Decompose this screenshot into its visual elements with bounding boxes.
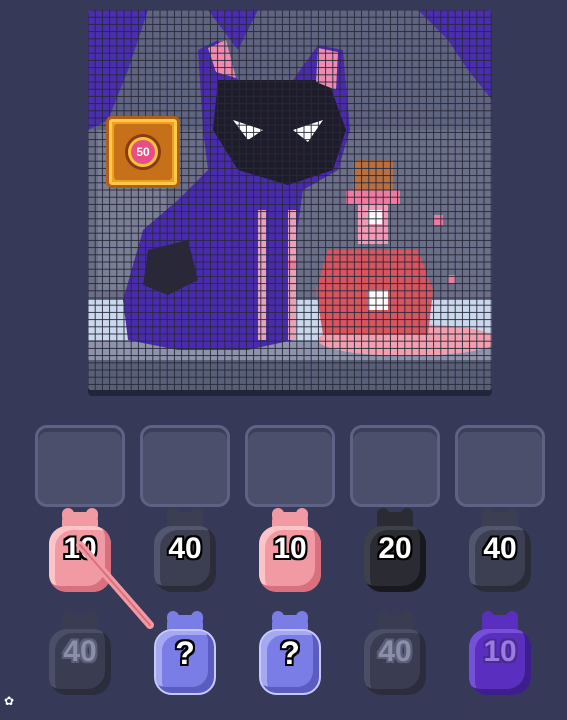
jar-count: 40 (378, 635, 412, 668)
pixel-art-canvas (88, 10, 492, 390)
jar-count: 10 (483, 635, 517, 668)
coin-bonus-crate[interactable]: 50 (106, 116, 180, 188)
bonus-value: 50 (131, 140, 155, 164)
empty-slot[interactable] (455, 425, 545, 507)
mystery-jar: ? (255, 611, 325, 697)
jar-count: 10 (63, 532, 97, 565)
pixel-grid[interactable] (88, 10, 492, 390)
paint-jar[interactable]: 40 (465, 508, 535, 594)
paint-jar: 40 (360, 611, 430, 697)
pixel-art-board (88, 10, 492, 406)
paint-jar: 10 (465, 611, 535, 697)
empty-slot[interactable] (140, 425, 230, 507)
sparkle-icon: ✿ (4, 694, 15, 708)
jar-count: ? (280, 635, 300, 671)
paint-jar[interactable]: 20 (360, 508, 430, 594)
empty-slot[interactable] (245, 425, 335, 507)
mystery-jar: ? (150, 611, 220, 697)
empty-slot[interactable] (350, 425, 440, 507)
jar-count: 10 (273, 532, 307, 565)
paint-jar[interactable]: 40 (150, 508, 220, 594)
paint-jar[interactable]: 10 (45, 508, 115, 594)
crate-inner: 50 (114, 124, 172, 180)
empty-slot[interactable] (35, 425, 125, 507)
jar-count: 40 (483, 532, 517, 565)
paint-jar[interactable]: 10 (255, 508, 325, 594)
coin-icon: 50 (125, 134, 161, 170)
paint-jar: 40 (45, 611, 115, 697)
jar-count: 20 (378, 532, 412, 565)
jar-count: 40 (168, 532, 202, 565)
jar-count: 40 (63, 635, 97, 668)
jar-count: ? (175, 635, 195, 671)
